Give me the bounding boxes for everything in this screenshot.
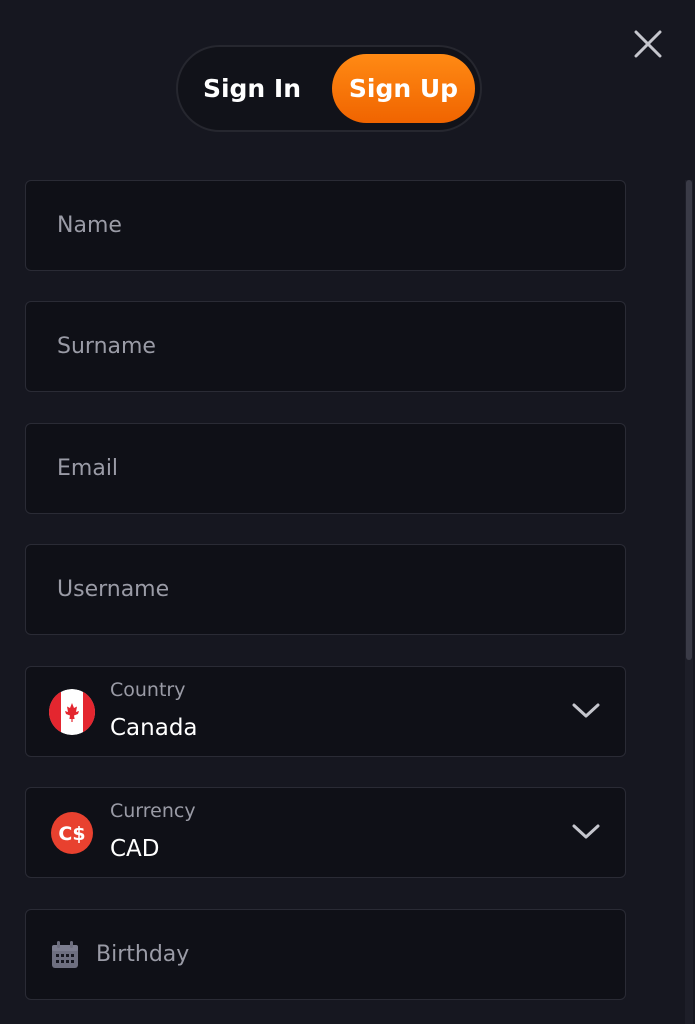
- name-field-container: [25, 180, 626, 271]
- country-value: Canada: [110, 715, 198, 741]
- country-label: Country: [110, 679, 186, 701]
- email-field-container: [25, 423, 626, 514]
- auth-tab-switch: Sign In Sign Up: [176, 45, 482, 132]
- chevron-down-icon: [570, 700, 602, 722]
- cad-currency-icon: C$: [49, 810, 95, 856]
- close-icon: [634, 30, 662, 58]
- calendar-icon: [50, 940, 80, 970]
- country-select[interactable]: Country Canada: [25, 666, 626, 757]
- currency-value: CAD: [110, 836, 160, 862]
- name-input[interactable]: [26, 181, 625, 270]
- birthday-input[interactable]: [26, 910, 625, 999]
- signup-modal: Sign In Sign Up Country Canada: [0, 0, 695, 1024]
- tab-sign-in[interactable]: Sign In: [184, 54, 320, 123]
- currency-select[interactable]: C$ Currency CAD: [25, 787, 626, 878]
- close-button[interactable]: [632, 28, 664, 60]
- canada-flag-icon: [49, 689, 95, 735]
- email-input[interactable]: [26, 424, 625, 513]
- username-field-container: [25, 544, 626, 635]
- tab-sign-up[interactable]: Sign Up: [332, 54, 475, 123]
- svg-text:C$: C$: [58, 823, 85, 845]
- chevron-down-icon: [570, 821, 602, 843]
- surname-input[interactable]: [26, 302, 625, 391]
- birthday-field-container: [25, 909, 626, 1000]
- username-input[interactable]: [26, 545, 625, 634]
- surname-field-container: [25, 301, 626, 392]
- currency-label: Currency: [110, 800, 196, 822]
- scrollbar-thumb[interactable]: [686, 180, 692, 660]
